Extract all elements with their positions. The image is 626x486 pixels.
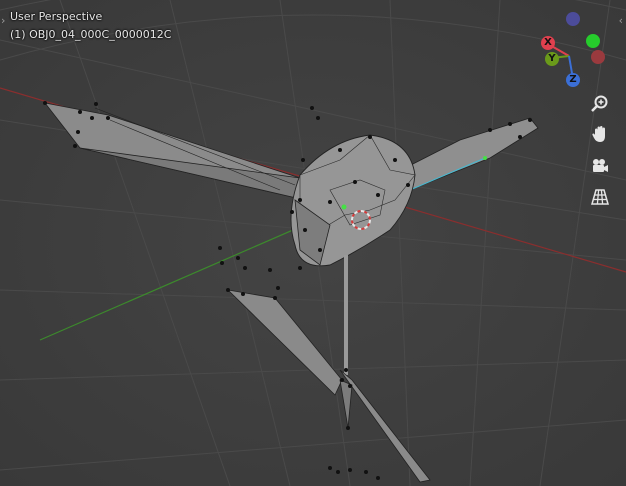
3d-viewport[interactable]: User Perspective (1) OBJ0_04_000C_000001… xyxy=(0,0,626,486)
active-object-name: (1) OBJ0_04_000C_0000012C xyxy=(10,28,172,41)
light-point[interactable] xyxy=(483,156,487,160)
gizmo-y-axis-ball[interactable]: Y xyxy=(545,52,559,66)
camera-icon xyxy=(593,159,608,172)
gizmo-neg-x-ball[interactable] xyxy=(591,50,605,64)
camera-view-button[interactable] xyxy=(588,154,612,178)
perspective-toggle-button[interactable] xyxy=(588,185,612,209)
zoom-icon xyxy=(591,95,608,112)
gizmo-x-axis-ball[interactable]: X xyxy=(541,36,555,50)
sidebar-expand-arrow[interactable]: ‹ xyxy=(619,14,623,27)
view-title: User Perspective xyxy=(10,10,103,23)
scene-canvas[interactable] xyxy=(0,0,626,486)
gizmo-z-axis-ball[interactable]: Z xyxy=(566,73,580,87)
pan-button[interactable] xyxy=(588,122,612,146)
hand-pan-icon xyxy=(592,126,605,142)
gizmo-neg-z-ball[interactable] xyxy=(566,12,580,26)
grid-perspective-icon xyxy=(591,189,609,205)
object-origin[interactable] xyxy=(341,204,347,210)
toolbar-expand-arrow[interactable]: › xyxy=(1,14,5,27)
gizmo-neg-y-ball[interactable] xyxy=(586,34,600,48)
zoom-button[interactable] xyxy=(588,92,612,116)
